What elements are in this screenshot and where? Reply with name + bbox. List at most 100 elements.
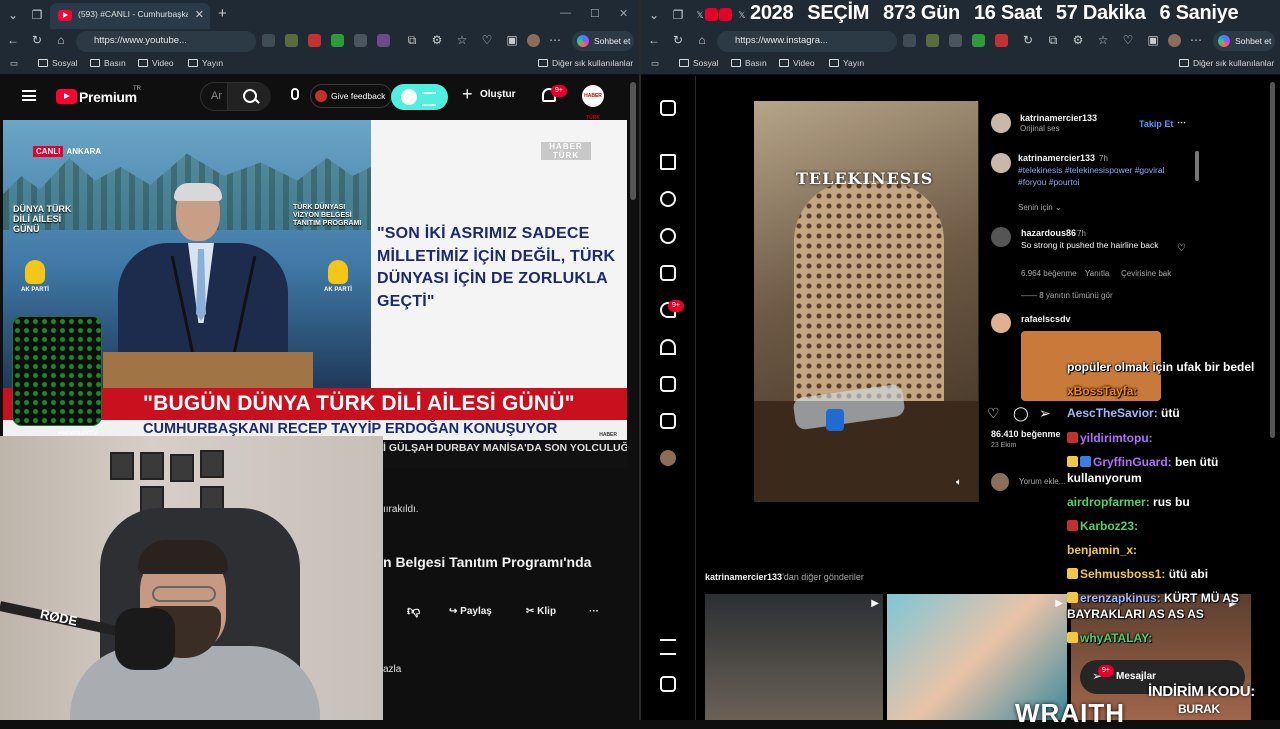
bookmark-folder[interactable]: Basın: [731, 58, 767, 68]
tab-youtube[interactable]: (593) #CANLI - Cumhurbaşkanı Erd ✕: [50, 3, 210, 29]
post-author[interactable]: katrinamercier133: [1020, 113, 1097, 123]
more-menu-icon[interactable]: ⋯: [1189, 33, 1203, 47]
commenter-avatar[interactable]: [991, 227, 1011, 247]
more-menu-icon[interactable]: [660, 639, 676, 655]
bookmark-folder[interactable]: Video: [138, 58, 174, 68]
search-input[interactable]: Ar: [211, 90, 222, 102]
give-feedback-button[interactable]: Give feedback: [310, 84, 393, 108]
browser-essentials-icon[interactable]: ♡: [1121, 33, 1135, 47]
post-thumbnail[interactable]: ▶: [705, 594, 883, 720]
translate-button[interactable]: Çevirisine bak: [1121, 269, 1171, 278]
share-button[interactable]: ↪ Paylaş: [449, 606, 492, 617]
other-bookmarks[interactable]: Diğer sık kullanılanlar: [1179, 58, 1274, 68]
tab-x-icon[interactable]: 𝕏: [733, 6, 751, 24]
youtube-brand[interactable]: Premium: [79, 89, 137, 105]
commenter-avatar[interactable]: [991, 313, 1011, 333]
bookmark-toggle-icon[interactable]: ▭: [651, 58, 659, 69]
extension-icon[interactable]: [308, 34, 321, 47]
mute-icon[interactable]: 🔈︎: [956, 477, 962, 488]
workspaces-icon[interactable]: ❐: [28, 6, 46, 24]
workspaces-icon[interactable]: ❐: [669, 6, 687, 24]
dashboard-icon[interactable]: [660, 413, 676, 429]
bookmark-folder[interactable]: Yayın: [188, 58, 223, 68]
home-icon[interactable]: [660, 154, 676, 170]
maximize-icon[interactable]: ☐: [590, 7, 600, 20]
search-box[interactable]: Ar: [200, 82, 271, 111]
url-field[interactable]: https://www.instagra...: [717, 31, 897, 52]
clip-button[interactable]: ✂ Klip: [526, 606, 556, 617]
refresh-icon[interactable]: ↻: [671, 33, 685, 47]
explore-icon[interactable]: [660, 228, 676, 244]
new-tab-icon[interactable]: +: [218, 5, 227, 22]
more-menu-icon[interactable]: ⋯: [548, 33, 562, 47]
back-icon[interactable]: ←: [6, 33, 20, 47]
menu-icon[interactable]: [22, 90, 36, 101]
extension-icon[interactable]: [949, 34, 962, 47]
caption-author[interactable]: katrinamercier133: [1018, 153, 1095, 163]
search-icon[interactable]: [227, 83, 271, 110]
bookmark-folder[interactable]: Sosyal: [679, 58, 719, 68]
post-options-icon[interactable]: ⋯: [1177, 117, 1186, 128]
copilot-button[interactable]: Sohbet et: [572, 31, 634, 51]
dislike-icon[interactable]: 👎︎: [407, 603, 420, 619]
extension-icon[interactable]: [377, 34, 390, 47]
extension-icon[interactable]: [262, 34, 275, 47]
post-video[interactable]: TELEKINESIS 🔈︎: [754, 101, 978, 502]
video-player[interactable]: DÜNYA TÜRK DİLİ AİLESİ GÜNÜ TÜRK DÜNYASI…: [3, 120, 627, 468]
favorites-icon[interactable]: ☆: [1096, 33, 1110, 47]
search-icon[interactable]: [660, 191, 676, 207]
other-bookmarks[interactable]: Diğer sık kullanılanlar: [538, 58, 633, 68]
more-actions-button[interactable]: ···: [589, 606, 599, 617]
follow-button[interactable]: Takip Et: [1139, 119, 1173, 129]
profile-avatar[interactable]: [1168, 34, 1181, 47]
reply-button[interactable]: Yanıtla: [1085, 269, 1109, 278]
view-replies[interactable]: —— 8 yanıtın tümünü gör: [1021, 291, 1113, 300]
favorites-icon[interactable]: ☆: [455, 33, 469, 47]
extension-icon[interactable]: [285, 34, 298, 47]
profile-icon[interactable]: [660, 450, 676, 466]
youtube-logo-icon[interactable]: [56, 89, 77, 104]
more-posts-user[interactable]: katrinamercier133: [705, 572, 782, 582]
share-icon[interactable]: ➢: [1039, 405, 1051, 422]
post-audio[interactable]: Orijinal ses: [1020, 124, 1060, 133]
page-scrollbar[interactable]: [630, 82, 636, 200]
refresh-extension-icon[interactable]: ↻: [1021, 33, 1035, 47]
browser-essentials-icon[interactable]: ♡: [480, 33, 494, 47]
threads-icon[interactable]: [660, 676, 676, 692]
like-icon[interactable]: ♡: [987, 405, 1000, 422]
caption-avatar[interactable]: [991, 153, 1011, 173]
bookmark-folder[interactable]: Sosyal: [38, 58, 78, 68]
author-avatar[interactable]: [991, 113, 1011, 133]
extension-icon[interactable]: [354, 34, 367, 47]
notifications-heart-icon[interactable]: [660, 339, 676, 355]
refresh-icon[interactable]: ↻: [30, 33, 44, 47]
bookmark-folder[interactable]: Yayın: [829, 58, 864, 68]
for-you-filter[interactable]: Senin için ⌄: [1018, 203, 1062, 212]
extensions-icon[interactable]: ⚙: [430, 33, 444, 47]
split-screen-icon[interactable]: ⧉: [405, 33, 419, 48]
profile-avatar[interactable]: [527, 34, 540, 47]
create-icon[interactable]: [660, 376, 676, 392]
microphone-icon[interactable]: [291, 88, 299, 100]
reels-icon[interactable]: [660, 265, 676, 281]
bookmark-toggle-icon[interactable]: ▭: [10, 58, 18, 69]
bookmark-folder[interactable]: Basın: [90, 58, 126, 68]
extension-icon[interactable]: [972, 34, 985, 47]
tab-close-icon[interactable]: ✕: [195, 8, 204, 21]
tab-youtube-icon[interactable]: [705, 8, 718, 21]
extension-icon[interactable]: [903, 34, 916, 47]
collections-icon[interactable]: ▣: [505, 33, 519, 47]
comment-input[interactable]: Yorum ekle...: [1019, 477, 1065, 486]
account-avatar[interactable]: HABER TÜRK: [582, 85, 604, 121]
instagram-logo-icon[interactable]: [660, 100, 676, 116]
collections-icon[interactable]: ▣: [1146, 33, 1160, 47]
extensions-icon[interactable]: ⚙: [1071, 33, 1085, 47]
tab-youtube-icon[interactable]: [719, 8, 732, 21]
caption-hashtags[interactable]: #telekinesis #telekinesispower #goviral …: [1018, 164, 1190, 188]
back-icon[interactable]: ←: [647, 33, 661, 47]
extension-toggle[interactable]: [391, 84, 448, 110]
copilot-button[interactable]: Sohbet et: [1213, 31, 1275, 51]
extension-icon[interactable]: [926, 34, 939, 47]
tab-menu-icon[interactable]: ⌄: [4, 6, 22, 24]
comment-icon[interactable]: ◯: [1013, 405, 1029, 422]
